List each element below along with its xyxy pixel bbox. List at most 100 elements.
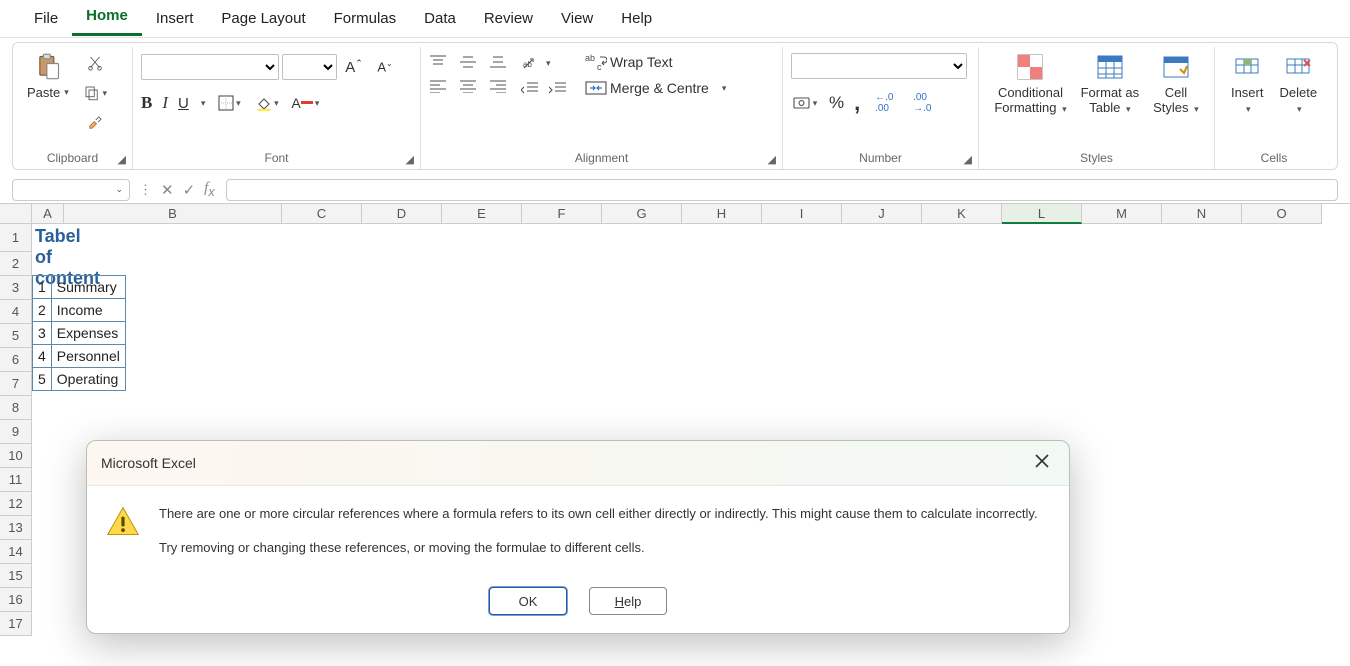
name-box[interactable]: ⌄: [12, 179, 130, 201]
format-as-table-button[interactable]: Format asTable ▾: [1075, 49, 1146, 119]
font-size-combo[interactable]: [282, 54, 337, 80]
toc-text[interactable]: Personnel: [51, 345, 125, 368]
align-bottom-icon[interactable]: [489, 55, 507, 69]
copy-button[interactable]: ▾: [81, 79, 109, 107]
font-name-combo[interactable]: [141, 54, 279, 80]
column-header-F[interactable]: F: [522, 204, 602, 224]
row-header-10[interactable]: 10: [0, 444, 32, 468]
more-icon[interactable]: ⋮: [139, 182, 152, 198]
increase-indent-icon[interactable]: [549, 81, 567, 95]
menu-help[interactable]: Help: [607, 4, 666, 33]
column-header-K[interactable]: K: [922, 204, 1002, 224]
fill-color-button[interactable]: ▾: [253, 89, 281, 117]
orientation-icon[interactable]: ab: [521, 55, 541, 71]
borders-button[interactable]: ▾: [215, 89, 243, 117]
row-header-3[interactable]: 3: [0, 276, 32, 300]
row-header-16[interactable]: 16: [0, 588, 32, 612]
menu-data[interactable]: Data: [410, 4, 470, 33]
row-header-6[interactable]: 6: [0, 348, 32, 372]
delete-cells-button[interactable]: Delete▾: [1273, 49, 1323, 119]
row-header-7[interactable]: 7: [0, 372, 32, 396]
menu-formulas[interactable]: Formulas: [320, 4, 411, 33]
column-header-D[interactable]: D: [362, 204, 442, 224]
row-header-5[interactable]: 5: [0, 324, 32, 348]
align-right-icon[interactable]: [489, 79, 507, 93]
toc-number[interactable]: 5: [33, 368, 52, 391]
dialog-close-button[interactable]: [1029, 451, 1055, 475]
column-header-I[interactable]: I: [762, 204, 842, 224]
toc-text[interactable]: Operating: [51, 368, 125, 391]
increase-font-button[interactable]: A⌃: [340, 53, 368, 81]
menu-home[interactable]: Home: [72, 1, 142, 36]
row-header-9[interactable]: 9: [0, 420, 32, 444]
toc-text[interactable]: Summary: [51, 276, 125, 299]
format-painter-button[interactable]: [81, 109, 109, 137]
font-launcher[interactable]: ◢: [406, 153, 414, 166]
font-color-button[interactable]: A▾: [291, 89, 319, 117]
toc-text[interactable]: Expenses: [51, 322, 125, 345]
wrap-text-button[interactable]: abc Wrap Text: [585, 53, 726, 71]
column-header-A[interactable]: A: [32, 204, 64, 224]
paste-button[interactable]: Paste▾: [21, 49, 75, 104]
table-row[interactable]: 2Income: [33, 299, 126, 322]
row-header-4[interactable]: 4: [0, 300, 32, 324]
toc-number[interactable]: 3: [33, 322, 52, 345]
formula-input[interactable]: [226, 179, 1338, 201]
italic-button[interactable]: I: [162, 93, 168, 113]
row-header-2[interactable]: 2: [0, 252, 32, 276]
row-header-15[interactable]: 15: [0, 564, 32, 588]
fx-icon[interactable]: fx: [204, 180, 214, 199]
menu-view[interactable]: View: [547, 4, 607, 33]
column-header-M[interactable]: M: [1082, 204, 1162, 224]
column-header-N[interactable]: N: [1162, 204, 1242, 224]
percent-button[interactable]: %: [829, 93, 844, 113]
column-header-E[interactable]: E: [442, 204, 522, 224]
table-row[interactable]: 3Expenses: [33, 322, 126, 345]
decrease-indent-icon[interactable]: [521, 81, 539, 95]
cancel-formula-icon[interactable]: ✕: [161, 181, 174, 199]
decrease-font-button[interactable]: A⌄: [371, 53, 399, 81]
row-header-8[interactable]: 8: [0, 396, 32, 420]
currency-button[interactable]: ▾: [791, 89, 819, 117]
column-header-B[interactable]: B: [64, 204, 282, 224]
merge-center-button[interactable]: Merge & Centre ▾: [585, 79, 726, 97]
increase-decimal-button[interactable]: ←.0.00: [870, 89, 898, 117]
align-middle-icon[interactable]: [459, 55, 477, 69]
alignment-launcher[interactable]: ◢: [768, 153, 776, 166]
row-header-17[interactable]: 17: [0, 612, 32, 636]
decrease-decimal-button[interactable]: .00→.0: [908, 89, 936, 117]
clipboard-launcher[interactable]: ◢: [118, 153, 126, 166]
row-header-13[interactable]: 13: [0, 516, 32, 540]
column-header-G[interactable]: G: [602, 204, 682, 224]
column-header-C[interactable]: C: [282, 204, 362, 224]
toc-text[interactable]: Income: [51, 299, 125, 322]
row-header-12[interactable]: 12: [0, 492, 32, 516]
row-header-14[interactable]: 14: [0, 540, 32, 564]
align-left-icon[interactable]: [429, 79, 447, 93]
toc-number[interactable]: 2: [33, 299, 52, 322]
row-header-11[interactable]: 11: [0, 468, 32, 492]
column-header-H[interactable]: H: [682, 204, 762, 224]
column-header-L[interactable]: L: [1002, 204, 1082, 224]
menu-review[interactable]: Review: [470, 4, 547, 33]
toc-number[interactable]: 1: [33, 276, 52, 299]
align-top-icon[interactable]: [429, 55, 447, 69]
help-button[interactable]: Help: [589, 587, 667, 615]
cell-styles-button[interactable]: CellStyles ▾: [1147, 49, 1205, 119]
menu-file[interactable]: File: [20, 4, 72, 33]
ok-button[interactable]: OK: [489, 587, 567, 615]
comma-button[interactable]: ,: [854, 97, 860, 109]
cut-button[interactable]: [81, 49, 109, 77]
menu-insert[interactable]: Insert: [142, 4, 208, 33]
align-center-icon[interactable]: [459, 79, 477, 93]
table-row[interactable]: 5Operating: [33, 368, 126, 391]
select-all-corner[interactable]: [0, 204, 32, 224]
bold-button[interactable]: B: [141, 93, 152, 113]
table-row[interactable]: 1Summary: [33, 276, 126, 299]
menu-page-layout[interactable]: Page Layout: [207, 4, 319, 33]
column-header-J[interactable]: J: [842, 204, 922, 224]
conditional-formatting-button[interactable]: ConditionalFormatting ▾: [988, 49, 1072, 119]
column-header-O[interactable]: O: [1242, 204, 1322, 224]
row-header-1[interactable]: 1: [0, 224, 32, 252]
number-format-combo[interactable]: [791, 53, 967, 79]
